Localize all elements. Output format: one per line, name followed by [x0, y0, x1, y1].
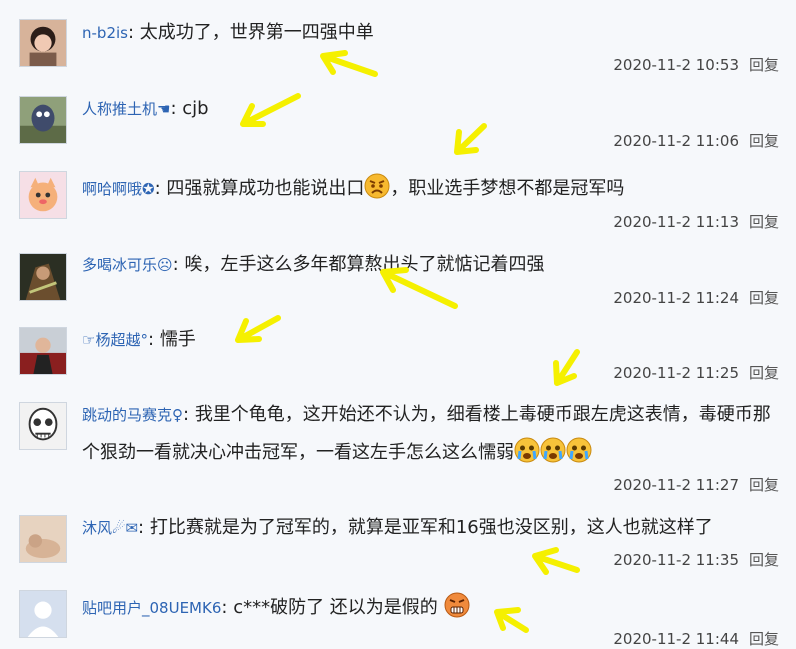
comment-text: 四强就算成功也能说出口	[166, 178, 365, 199]
comment-line: n-b2is: 太成功了，世界第一四强中单	[82, 14, 786, 52]
reply-button[interactable]: 回复	[749, 551, 779, 569]
username-link[interactable]: 啊哈啊哦✪	[82, 180, 155, 198]
comment-meta: 2020-11-2 11:06 回复	[613, 130, 779, 151]
comment-text: 打比赛就是为了冠军的，就算是亚军和16强也没区别，这人也就这样了	[149, 517, 713, 538]
username-link[interactable]: 多喝冰可乐☹	[82, 256, 173, 274]
username-link[interactable]: 跳动的马赛克♀	[82, 406, 183, 424]
comment-text: 唉，左手这么多年都算熬出头了就惦记着四强	[184, 254, 545, 275]
timestamp: 2020-11-2 11:06	[613, 132, 739, 150]
comment-line: 人称推土机☚: cjb	[82, 90, 786, 128]
separator: :	[172, 254, 179, 275]
avatar[interactable]	[19, 402, 67, 450]
reply-button[interactable]: 回复	[749, 132, 779, 150]
username-link[interactable]: 贴吧用户_08UEMK6	[82, 599, 221, 617]
timestamp: 2020-11-2 11:24	[613, 289, 739, 307]
comment-line: ☞杨超越°: 懦手	[82, 321, 786, 359]
crying-face-emoji-icon	[566, 437, 592, 463]
separator: :	[183, 404, 190, 425]
separator: :	[147, 329, 155, 350]
avatar[interactable]	[19, 171, 67, 219]
reply-button[interactable]: 回复	[749, 364, 779, 382]
comment-meta: 2020-11-2 11:44 回复	[613, 628, 779, 649]
arrow-annotation	[454, 123, 487, 155]
comment-text: 太成功了，世界第一四强中单	[139, 22, 374, 43]
comment-meta: 2020-11-2 11:25 回复	[613, 362, 779, 383]
separator: :	[127, 22, 135, 43]
comment-line: 多喝冰可乐☹: 唉，左手这么多年都算熬出头了就惦记着四强	[82, 246, 786, 284]
username-link[interactable]: 沐风☄✉	[82, 519, 138, 537]
crying-face-emoji-icon	[514, 437, 540, 463]
separator: :	[138, 517, 145, 538]
comment-text: 懦手	[159, 329, 196, 350]
comment-meta: 2020-11-2 11:24 回复	[613, 287, 779, 308]
comment-text-continued: ，职业选手梦想不都是冠军吗	[390, 178, 625, 199]
reply-button[interactable]: 回复	[749, 289, 779, 307]
comment-line: 贴吧用户_08UEMK6: c***破防了 还以为是假的	[82, 589, 786, 627]
angry-grimace-emoji-icon	[444, 592, 470, 618]
separator: :	[154, 178, 161, 199]
timestamp: 2020-11-2 11:13	[613, 213, 739, 231]
comment-text: c***破防了 还以为是假的	[233, 597, 438, 618]
reply-button[interactable]: 回复	[749, 213, 779, 231]
separator: :	[221, 597, 228, 618]
arrow-annotation	[320, 50, 378, 77]
timestamp: 2020-11-2 11:25	[613, 364, 739, 382]
reply-button[interactable]: 回复	[749, 630, 779, 648]
separator: :	[170, 98, 177, 119]
username-link[interactable]: 人称推土机☚	[82, 100, 170, 118]
timestamp: 2020-11-2 11:35	[613, 551, 739, 569]
avatar[interactable]	[19, 515, 67, 563]
avatar[interactable]	[19, 96, 67, 144]
reply-button[interactable]: 回复	[749, 56, 779, 74]
timestamp: 2020-11-2 11:27	[613, 476, 739, 494]
avatar[interactable]	[19, 19, 67, 67]
avatar[interactable]	[19, 253, 67, 301]
username-link[interactable]: ☞杨超越°	[82, 331, 148, 349]
comment-line: 跳动的马赛克♀: 我里个龟龟，这开始还不认为，细看楼上毒硬币跟左虎这表情，毒硬币…	[82, 396, 786, 471]
comment-text: cjb	[182, 98, 209, 119]
arrow-annotation	[532, 547, 580, 575]
comment-meta: 2020-11-2 10:53 回复	[613, 54, 779, 75]
comment-meta: 2020-11-2 11:35 回复	[613, 549, 779, 570]
comment-line: 沐风☄✉: 打比赛就是为了冠军的，就算是亚军和16强也没区别，这人也就这样了	[82, 509, 786, 547]
timestamp: 2020-11-2 10:53	[613, 56, 739, 74]
avatar[interactable]	[19, 327, 67, 375]
angry-face-emoji-icon	[364, 173, 390, 199]
reply-button[interactable]: 回复	[749, 476, 779, 494]
username-link[interactable]: n-b2is	[82, 24, 128, 42]
comment-meta: 2020-11-2 11:27 回复	[613, 474, 779, 495]
timestamp: 2020-11-2 11:44	[613, 630, 739, 648]
comment-line: 啊哈啊哦✪: 四强就算成功也能说出口 ，职业选手梦想不都是冠军吗	[82, 170, 786, 208]
crying-face-emoji-icon	[540, 437, 566, 463]
comment-meta: 2020-11-2 11:13 回复	[613, 211, 779, 232]
avatar[interactable]	[19, 590, 67, 638]
